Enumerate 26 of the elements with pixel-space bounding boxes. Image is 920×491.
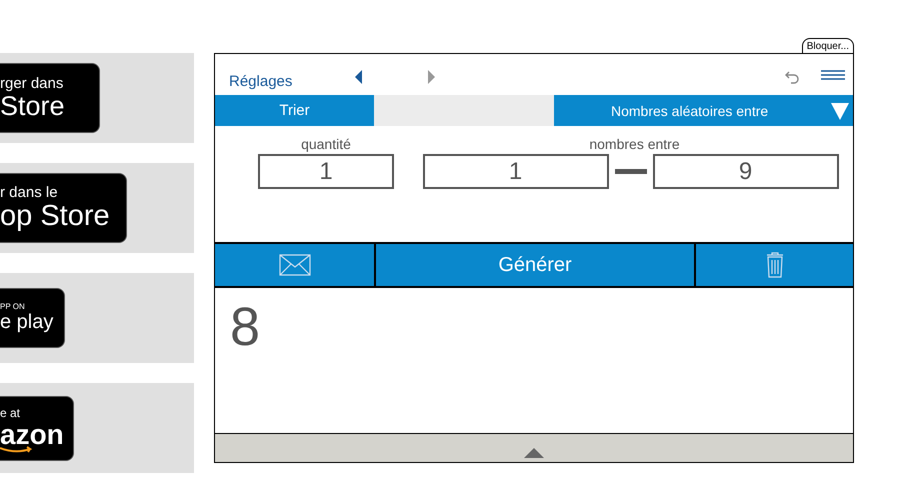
trash-icon xyxy=(766,252,784,278)
expand-up-icon xyxy=(524,448,544,458)
envelope-icon xyxy=(278,254,310,276)
sort-button[interactable]: Trier xyxy=(215,95,374,126)
store-badge[interactable]: rger dans Store xyxy=(0,63,100,133)
range-from-field[interactable]: 1 xyxy=(422,154,608,189)
generate-button[interactable]: Générer xyxy=(374,244,694,286)
range-to-field[interactable]: 9 xyxy=(652,154,838,189)
quantity-field[interactable]: 1 xyxy=(258,154,394,189)
store-badge[interactable]: PP ON e play xyxy=(0,288,65,348)
bottom-bar[interactable] xyxy=(215,433,853,462)
email-button[interactable] xyxy=(215,244,374,286)
range-label: nombres entre xyxy=(589,136,680,154)
store-badge[interactable]: r dans le op Store xyxy=(0,173,127,243)
prev-arrow-icon[interactable] xyxy=(355,70,362,84)
result-number: 8 xyxy=(230,297,260,357)
delete-button[interactable] xyxy=(694,244,853,286)
lock-button[interactable]: Bloquer... xyxy=(802,38,854,53)
menu-icon[interactable] xyxy=(821,70,845,80)
settings-title[interactable]: Réglages xyxy=(229,73,355,90)
mode-dropdown[interactable]: Nombres aléatoires entre xyxy=(554,95,853,126)
range-dash xyxy=(614,169,646,174)
undo-icon[interactable] xyxy=(785,70,799,84)
store-badge[interactable]: e at azon xyxy=(0,396,74,460)
quantity-label: quantité xyxy=(301,136,351,154)
dropdown-triangle-icon xyxy=(831,102,849,120)
